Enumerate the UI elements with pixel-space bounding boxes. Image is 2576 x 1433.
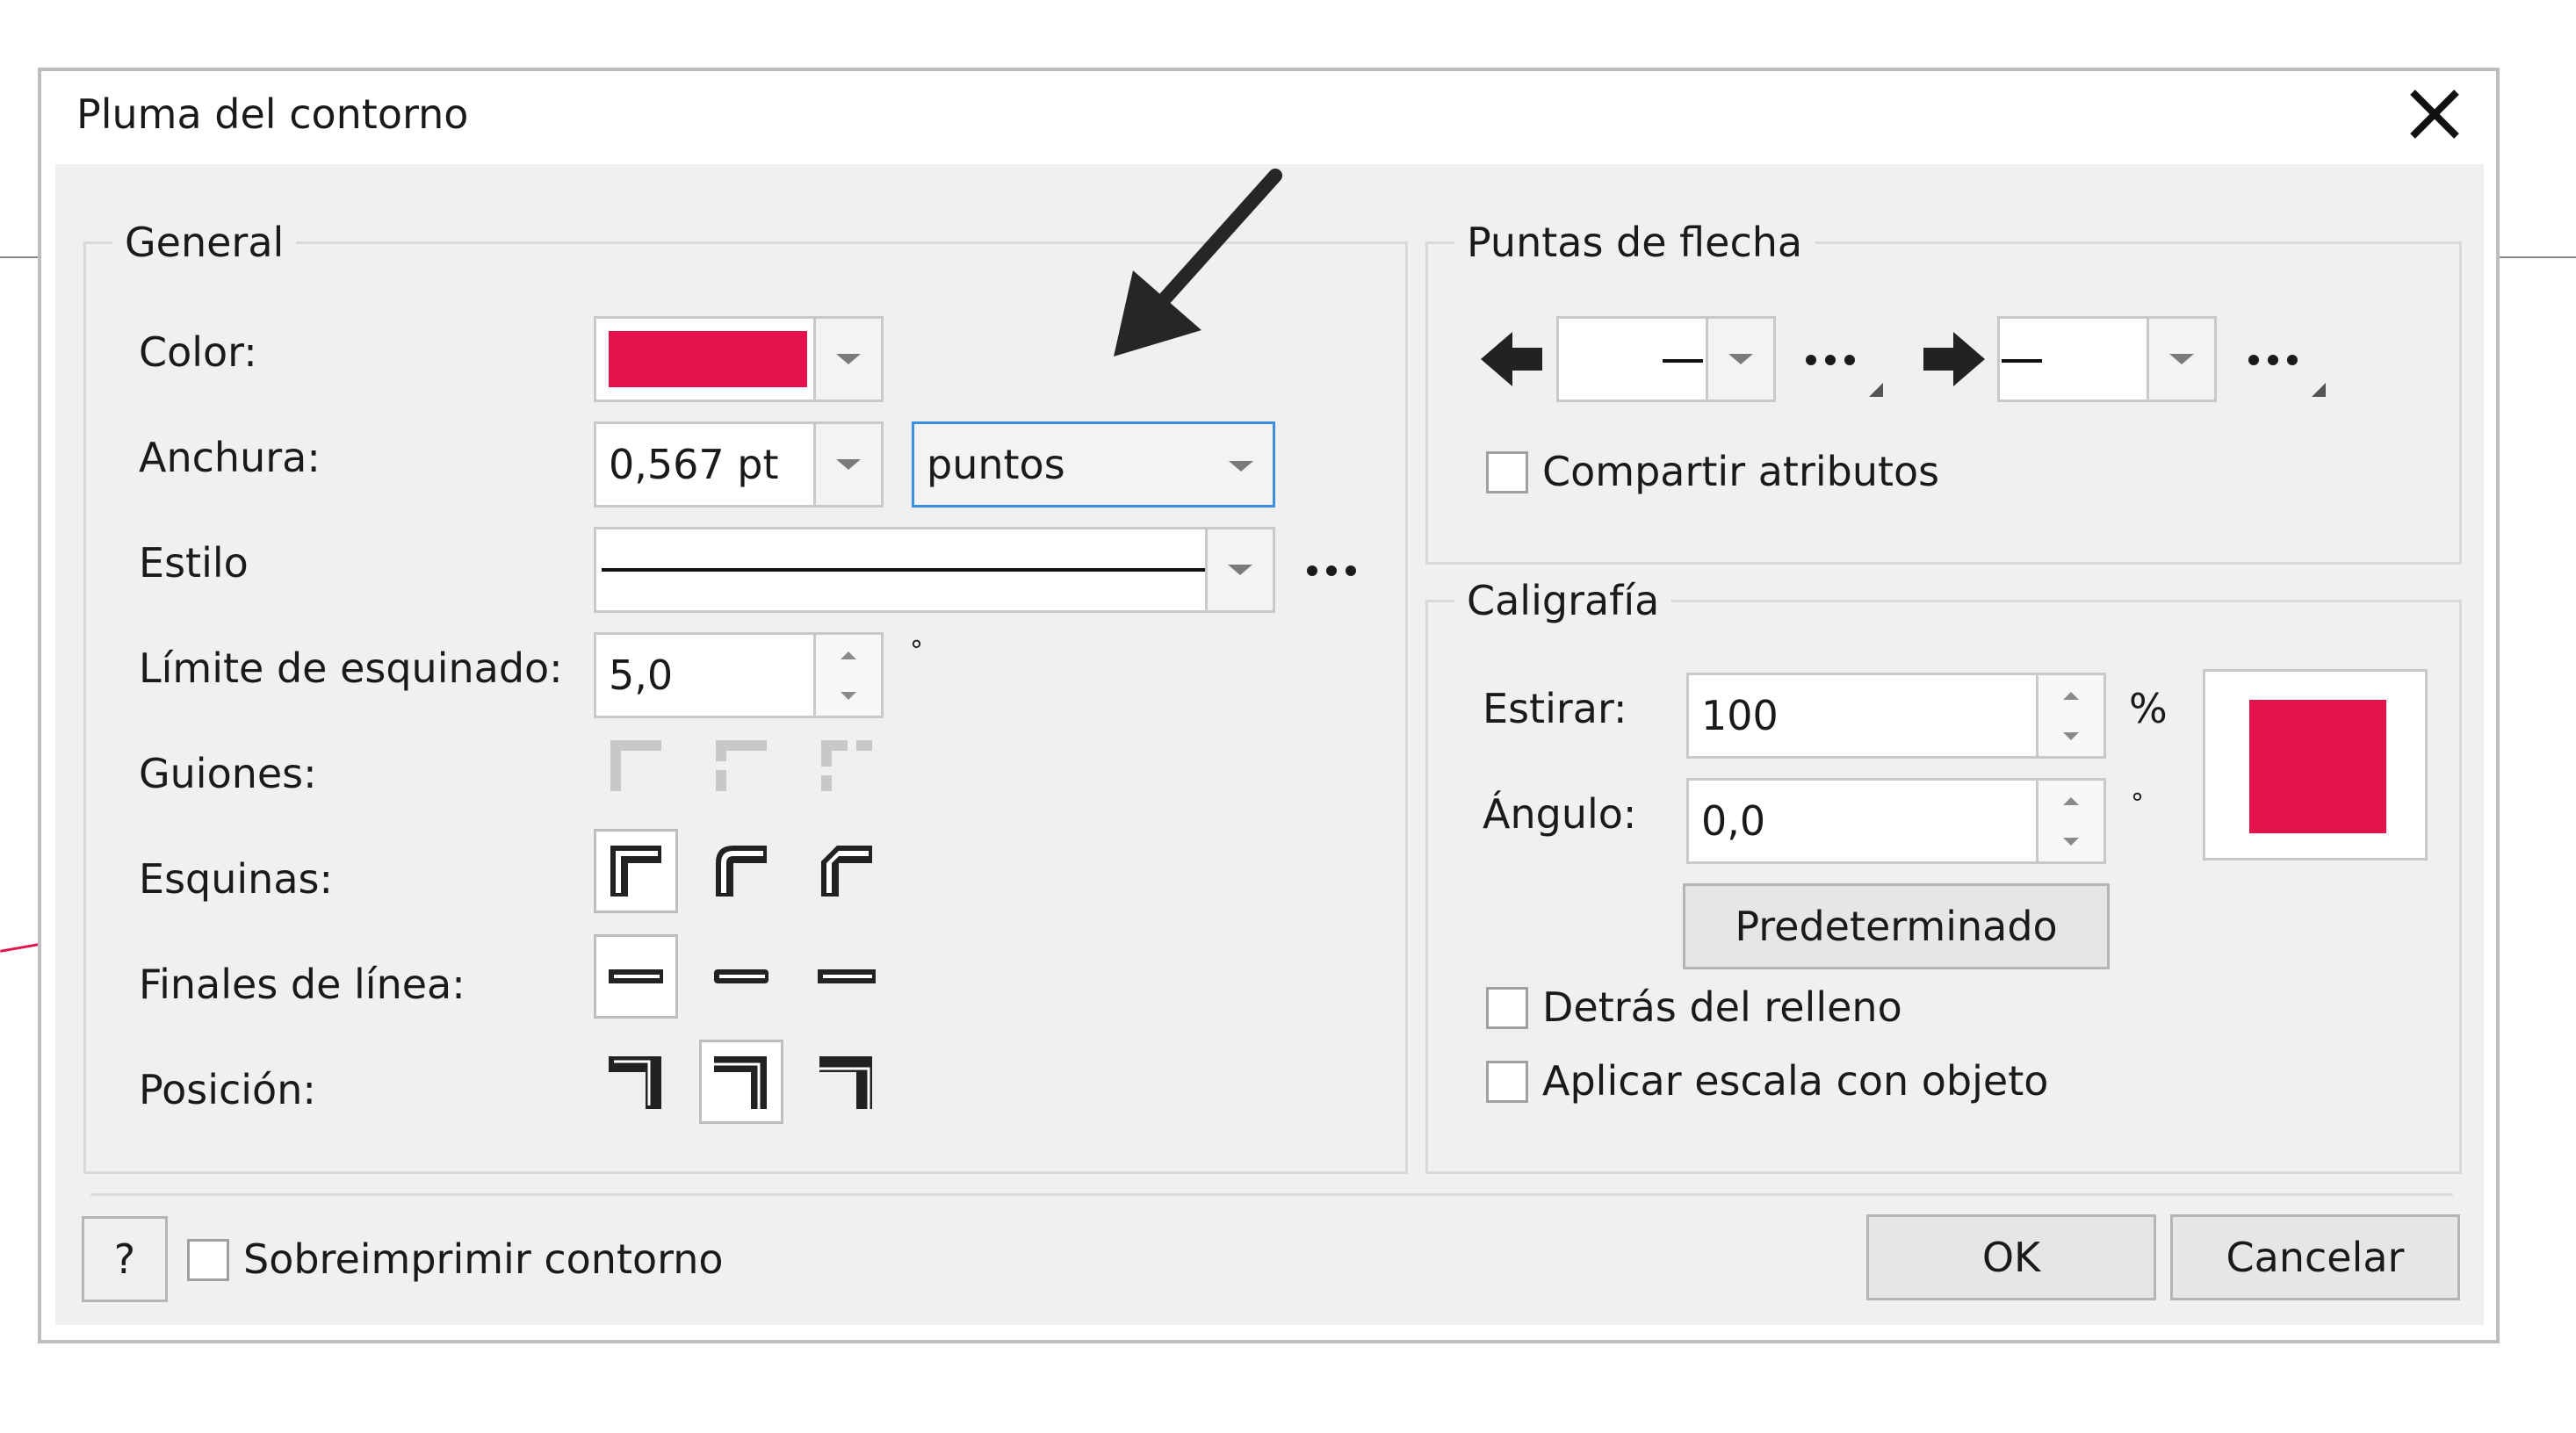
start-arrowhead-select[interactable] [1556,316,1776,402]
general-legend: General [112,216,297,269]
spin-up-icon[interactable] [2038,781,2103,821]
angle-label: Ángulo: [1483,790,1637,838]
angle-value[interactable]: 0,0 [1701,781,1765,861]
angle-spinner[interactable]: 0,0 [1686,778,2106,864]
overprint-outline-checkbox[interactable] [187,1239,229,1281]
position-center-icon[interactable] [699,1040,783,1124]
arrowheads-legend: Puntas de flecha [1454,216,1815,269]
width-combo[interactable]: 0,567 pt [594,421,884,508]
nib-shape-swatch [2249,700,2386,833]
start-arrow-preview [1663,359,1703,363]
annotation-arrow-icon [1098,165,1291,364]
color-swatch [609,331,807,387]
end-arrow-preview [2002,359,2042,363]
miter-limit-label: Límite de esquinado: [139,644,563,692]
chevron-down-icon [836,354,861,364]
cap-butt-icon[interactable] [594,934,678,1019]
spin-down-icon[interactable] [2038,716,2103,756]
line-caps-label: Finales de línea: [139,961,465,1008]
arrow-right-icon [1920,328,1987,393]
cap-square-icon[interactable] [805,934,889,1019]
corners-label: Esquinas: [139,855,333,903]
miter-unit: ° [910,636,923,666]
dash-corner-align-icon [699,724,783,808]
color-dropdown-button[interactable] [813,319,881,400]
start-arrow-dropdown-button[interactable] [1706,319,1773,400]
spin-down-icon[interactable] [816,675,881,716]
nib-shape-preview[interactable] [2203,669,2428,861]
canvas-guide-right [2500,256,2576,258]
width-dropdown-button[interactable] [813,424,881,505]
cancel-button[interactable]: Cancelar [2170,1214,2460,1300]
end-arrow-dropdown-button[interactable] [2147,319,2214,400]
position-outside-icon[interactable] [594,1040,678,1124]
style-select[interactable] [594,527,1275,613]
stretch-stepper[interactable] [2036,675,2103,756]
close-icon[interactable] [2404,83,2465,145]
spin-down-icon[interactable] [2038,821,2103,861]
dashes-label: Guiones: [139,750,317,797]
position-label: Posición: [139,1066,316,1113]
default-button[interactable]: Predeterminado [1683,883,2110,969]
arrowheads-group: Puntas de flecha Compartir atributos [1425,216,2462,565]
chevron-down-icon [1228,565,1252,575]
position-inside-icon[interactable] [805,1040,889,1124]
units-value[interactable]: puntos [927,424,1065,505]
start-arrow-corner-icon [1869,383,1883,397]
chevron-down-icon [2169,354,2194,364]
end-arrow-corner-icon [2312,383,2326,397]
share-attributes-checkbox[interactable] [1486,451,1528,493]
style-label: Estilo [139,539,249,587]
canvas-curve-fragment [0,943,39,953]
chevron-down-icon [1229,461,1253,472]
miter-stepper[interactable] [813,635,881,716]
behind-fill-label[interactable]: Detrás del relleno [1542,983,1902,1031]
arrow-left-icon [1479,328,1546,393]
general-group: General Color: Anchura: 0,567 pt puntos … [83,216,1408,1174]
chevron-down-icon [1728,354,1753,364]
line-style-preview [602,568,1208,572]
calligraphy-legend: Caligrafía [1454,574,1672,627]
style-dropdown-button[interactable] [1205,529,1273,610]
stretch-unit: % [2129,685,2168,732]
stretch-value[interactable]: 100 [1701,675,1779,756]
corner-miter-icon[interactable] [594,829,678,913]
cap-round-icon[interactable] [699,934,783,1019]
units-select[interactable]: puntos [912,421,1275,508]
color-label: Color: [139,328,257,376]
style-more-icon[interactable] [1307,565,1356,576]
ok-button[interactable]: OK [1866,1214,2156,1300]
color-picker[interactable] [594,316,884,402]
start-arrow-more-icon[interactable] [1806,355,1855,365]
behind-fill-checkbox[interactable] [1486,987,1528,1029]
end-arrowhead-select[interactable] [1997,316,2217,402]
stretch-spinner[interactable]: 100 [1686,673,2106,759]
share-attributes-label[interactable]: Compartir atributos [1542,448,1939,495]
stretch-label: Estirar: [1483,685,1627,732]
width-label: Anchura: [139,434,321,481]
dash-corner-fixed-icon [805,724,889,808]
scale-with-object-checkbox[interactable] [1486,1061,1528,1103]
end-arrow-more-icon[interactable] [2248,355,2298,365]
scale-with-object-label[interactable]: Aplicar escala con objeto [1542,1057,2048,1105]
footer-separator [90,1193,2453,1196]
spin-up-icon[interactable] [2038,675,2103,716]
corner-bevel-icon[interactable] [805,829,889,913]
spin-up-icon[interactable] [816,635,881,675]
angle-stepper[interactable] [2036,781,2103,861]
dialog-title: Pluma del contorno [76,90,469,138]
overprint-outline-label[interactable]: Sobreimprimir contorno [243,1235,724,1283]
calligraphy-group: Caligrafía Estirar: 100 % Ángulo: 0,0 ° [1425,574,2462,1174]
miter-limit-spinner[interactable]: 5,0 [594,632,884,718]
corner-round-icon[interactable] [699,829,783,913]
chevron-down-icon [836,459,861,470]
dash-corner-default-icon [594,724,678,808]
angle-unit: ° [2131,789,2144,819]
miter-limit-value[interactable]: 5,0 [609,635,673,716]
help-button[interactable]: ? [82,1216,168,1302]
width-value[interactable]: 0,567 pt [609,424,779,505]
